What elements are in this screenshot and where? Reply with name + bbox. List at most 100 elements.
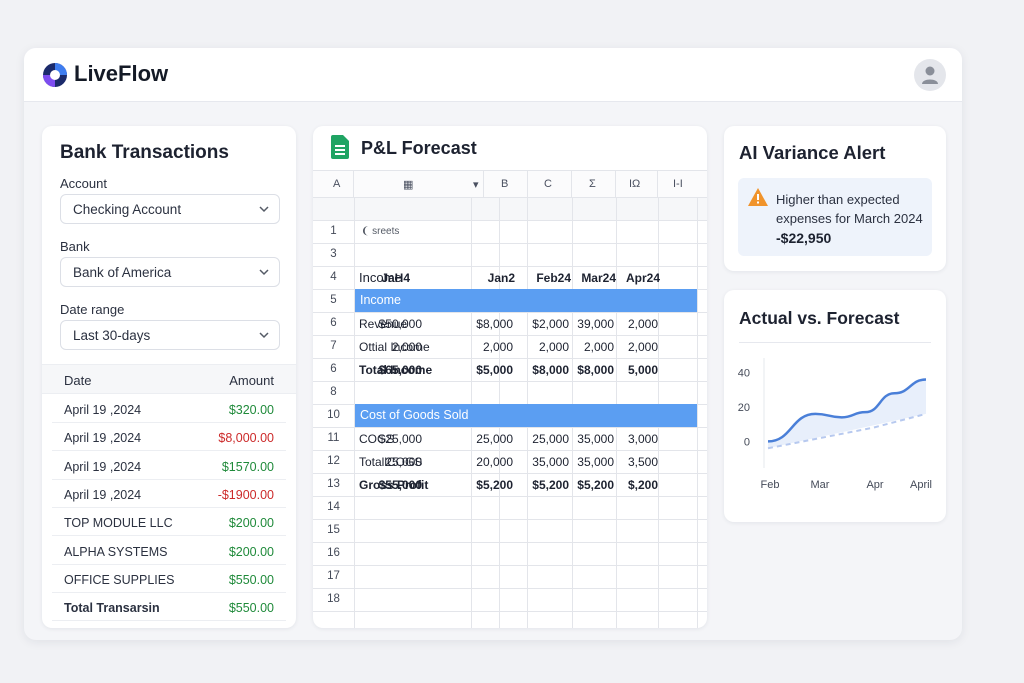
cell-value[interactable]: $50,000 xyxy=(378,317,422,331)
transaction-description: April 19 ,2024 xyxy=(64,487,142,502)
cell-value[interactable]: 2,000 xyxy=(614,317,658,331)
cell-value[interactable]: 3,500 xyxy=(614,455,658,469)
actual-area-fill xyxy=(768,379,926,449)
cell-value[interactable]: 5,000 xyxy=(614,363,658,377)
row-number[interactable]: 13 xyxy=(313,478,354,490)
row-number[interactable]: 12 xyxy=(313,455,354,467)
grid-row-line xyxy=(313,312,707,313)
x-tick-label: Mar xyxy=(811,479,830,491)
grid-row-line xyxy=(313,220,707,221)
bank-select[interactable]: Bank of America xyxy=(60,257,280,287)
toolbar-button[interactable]: ▦ xyxy=(403,178,413,191)
cell-month-header[interactable]: Jan2 xyxy=(471,271,515,285)
liveflow-logo-icon xyxy=(43,63,67,87)
row-number[interactable]: 16 xyxy=(313,547,354,559)
column-header-row xyxy=(313,198,707,220)
row-number[interactable]: 11 xyxy=(313,432,354,444)
row-number[interactable]: 14 xyxy=(313,501,354,513)
cell-value[interactable]: 2,000 xyxy=(525,340,569,354)
top-bar: LiveFlow xyxy=(24,48,962,102)
transaction-row[interactable]: April 19 ,2024 $1570.00 xyxy=(52,452,286,480)
date-range-select[interactable]: Last 30-days xyxy=(60,320,280,350)
grid-column-line xyxy=(697,198,698,628)
user-avatar[interactable] xyxy=(914,59,946,91)
row-number[interactable]: 18 xyxy=(313,593,354,605)
cell-value[interactable]: $8,000 xyxy=(570,363,614,377)
toolbar-button[interactable]: ▾ xyxy=(473,178,479,191)
cell-month-header[interactable]: Mar24 xyxy=(572,271,616,285)
cell-value[interactable]: 25,000 xyxy=(525,432,569,446)
cell-value[interactable]: 35,000 xyxy=(570,455,614,469)
cell-value[interactable]: 25,000 xyxy=(469,432,513,446)
cell-value[interactable]: 20,000 xyxy=(469,455,513,469)
toolbar-button[interactable]: A xyxy=(333,178,340,190)
cell-value[interactable]: $5,200 xyxy=(570,478,614,492)
row-number[interactable]: 6 xyxy=(313,317,354,329)
sheet-title: P&L Forecast xyxy=(361,138,477,158)
cell-value[interactable]: $5,200 xyxy=(525,478,569,492)
transaction-row[interactable]: April 19 ,2024 $320.00 xyxy=(52,395,286,423)
cell-value[interactable]: 35,000 xyxy=(570,432,614,446)
cell-month-header[interactable]: Feb24 xyxy=(527,271,571,285)
toolbar-button[interactable]: C xyxy=(544,178,552,190)
grid-row-line xyxy=(313,473,707,474)
transaction-description: OFFICE SUPPLIES xyxy=(64,572,175,587)
toolbar-button[interactable]: IΩ xyxy=(629,178,640,190)
account-select[interactable]: Checking Account xyxy=(60,194,280,224)
y-tick-label: 20 xyxy=(738,402,750,414)
cell-month-header[interactable]: JaH4 xyxy=(366,271,410,285)
row-number[interactable]: 10 xyxy=(313,409,354,421)
cell-value[interactable]: $,200 xyxy=(614,478,658,492)
cell-value[interactable]: 25,000 xyxy=(378,455,422,469)
user-icon xyxy=(922,66,938,84)
cell-value[interactable]: $2,000 xyxy=(525,317,569,331)
row-number[interactable]: 5 xyxy=(313,294,354,306)
row-number[interactable]: 3 xyxy=(313,248,354,260)
grid-row-line xyxy=(313,519,707,520)
cell-value[interactable]: $25,000 xyxy=(378,432,422,446)
x-tick-label: April xyxy=(910,479,932,491)
toolbar-button[interactable]: I-I xyxy=(673,178,683,190)
toolbar-separator xyxy=(571,171,572,199)
row-number[interactable]: 1 xyxy=(313,225,354,237)
cell-value[interactable]: $65,000 xyxy=(378,363,422,377)
row-number[interactable]: 15 xyxy=(313,524,354,536)
cell-value[interactable]: 2,000 xyxy=(378,340,422,354)
warning-icon xyxy=(748,188,768,206)
cell-value[interactable]: 2,000 xyxy=(614,340,658,354)
transaction-row[interactable]: OFFICE SUPPLIES $550.00 xyxy=(52,565,286,593)
grid-row-line xyxy=(313,450,707,451)
cell-value[interactable]: $8,000 xyxy=(469,317,513,331)
cell-value[interactable]: 39,000 xyxy=(570,317,614,331)
toolbar-button[interactable]: Σ xyxy=(589,178,596,190)
cell-month-header[interactable]: Apr24 xyxy=(616,271,660,285)
chart-divider xyxy=(739,342,931,343)
transaction-row[interactable]: TOP MODULE LLC $200.00 xyxy=(52,508,286,537)
cell-value[interactable]: $5,200 xyxy=(469,478,513,492)
cell-value[interactable]: 3,000 xyxy=(614,432,658,446)
cell-value[interactable]: $5,000 xyxy=(469,363,513,377)
cell-value[interactable]: $55,000 xyxy=(378,478,422,492)
cell-value[interactable]: 2,000 xyxy=(469,340,513,354)
date-range-value: Last 30-days xyxy=(73,328,151,343)
toolbar-button[interactable]: B xyxy=(501,178,508,190)
cell-value[interactable]: 2,000 xyxy=(570,340,614,354)
transaction-row[interactable]: ALPHA SYSTEMS $200.00 xyxy=(52,537,286,565)
row-number[interactable]: 8 xyxy=(313,386,354,398)
row-number[interactable]: 6 xyxy=(313,363,354,375)
account-select-value: Checking Account xyxy=(73,202,182,217)
transaction-row[interactable]: Total Transarsin $550.00 xyxy=(52,593,286,622)
actual-vs-forecast-card: Actual vs. Forecast 40 20 0 Feb Mar Apr April xyxy=(724,290,946,522)
cell-value[interactable]: $8,000 xyxy=(525,363,569,377)
app-window: LiveFlow Bank Transactions Account Check… xyxy=(24,48,962,640)
grid-row-line xyxy=(313,496,707,497)
row-number[interactable]: 7 xyxy=(313,340,354,352)
transaction-row[interactable]: April 19 ,2024 -$1900.00 xyxy=(52,480,286,508)
row-number[interactable]: 17 xyxy=(313,570,354,582)
chevron-down-icon xyxy=(259,269,269,276)
row-number[interactable]: 4 xyxy=(313,271,354,283)
transaction-amount: $200.00 xyxy=(228,544,274,559)
transaction-row[interactable]: April 19 ,2024 $8,000.00 xyxy=(52,423,286,452)
cell-sheet-note[interactable]: ❨ sreets xyxy=(361,226,399,237)
cell-value[interactable]: 35,000 xyxy=(525,455,569,469)
